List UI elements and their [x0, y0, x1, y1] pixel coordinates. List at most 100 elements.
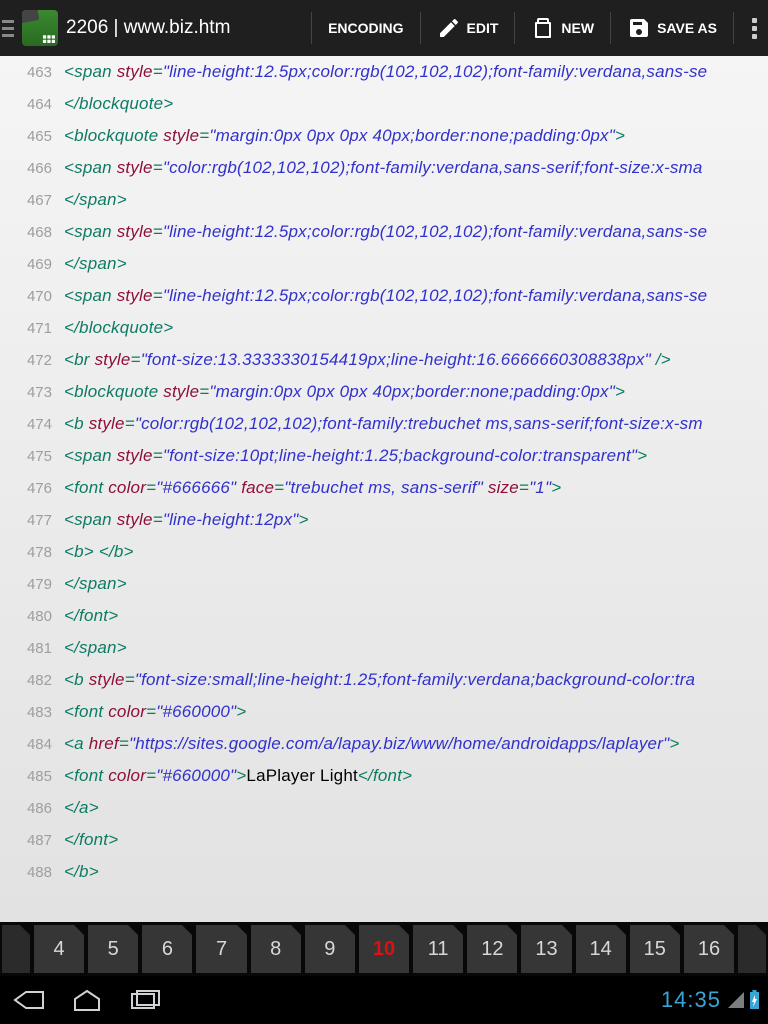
code-line[interactable]: 472<br style="font-size:13.3333330154419…: [0, 344, 768, 376]
code-line[interactable]: 474<b style="color:rgb(102,102,102);font…: [0, 408, 768, 440]
code-editor[interactable]: 463<span style="line-height:12.5px;color…: [0, 56, 768, 922]
saveas-label: SAVE AS: [657, 20, 717, 36]
line-number: 478: [0, 544, 64, 561]
tab-overflow-right[interactable]: [738, 925, 766, 973]
line-number: 475: [0, 448, 64, 465]
code-content: <span style="line-height:12px">: [64, 510, 309, 530]
line-number: 476: [0, 480, 64, 497]
code-content: <blockquote style="margin:0px 0px 0px 40…: [64, 382, 625, 402]
code-line[interactable]: 476<font color="#666666" face="trebuchet…: [0, 472, 768, 504]
code-line[interactable]: 485<font color="#660000">LaPlayer Light<…: [0, 760, 768, 792]
code-line[interactable]: 470<span style="line-height:12.5px;color…: [0, 280, 768, 312]
code-line[interactable]: 468<span style="line-height:12.5px;color…: [0, 216, 768, 248]
code-line[interactable]: 479</span>: [0, 568, 768, 600]
code-line[interactable]: 477<span style="line-height:12px">: [0, 504, 768, 536]
line-number: 470: [0, 288, 64, 305]
line-number: 479: [0, 576, 64, 593]
code-line[interactable]: 467</span>: [0, 184, 768, 216]
code-line[interactable]: 488</b>: [0, 856, 768, 888]
code-line[interactable]: 483<font color="#660000">: [0, 696, 768, 728]
home-icon[interactable]: [58, 976, 116, 1024]
menu-icon[interactable]: [0, 0, 18, 56]
code-line[interactable]: 475<span style="font-size:10pt;line-heig…: [0, 440, 768, 472]
clipboard-icon: [531, 16, 555, 40]
line-number: 474: [0, 416, 64, 433]
code-content: <span style="line-height:12.5px;color:rg…: [64, 222, 707, 242]
tab-10[interactable]: 10: [359, 925, 409, 973]
tab-overflow-left[interactable]: [2, 925, 30, 973]
app-icon[interactable]: [22, 10, 58, 46]
code-line[interactable]: 473<blockquote style="margin:0px 0px 0px…: [0, 376, 768, 408]
code-content: </a>: [64, 798, 99, 818]
line-number: 488: [0, 864, 64, 881]
code-content: <span style="line-height:12.5px;color:rg…: [64, 62, 707, 82]
code-line[interactable]: 487</font>: [0, 824, 768, 856]
signal-icon: [727, 991, 745, 1009]
line-number: 472: [0, 352, 64, 369]
tab-16[interactable]: 16: [684, 925, 734, 973]
battery-icon: [749, 990, 760, 1010]
save-icon: [627, 16, 651, 40]
code-line[interactable]: 469</span>: [0, 248, 768, 280]
tab-14[interactable]: 14: [576, 925, 626, 973]
tab-8[interactable]: 8: [251, 925, 301, 973]
line-number: 465: [0, 128, 64, 145]
code-line[interactable]: 480</font>: [0, 600, 768, 632]
code-content: <blockquote style="margin:0px 0px 0px 40…: [64, 126, 625, 146]
tab-11[interactable]: 11: [413, 925, 463, 973]
line-number: 466: [0, 160, 64, 177]
code-content: <span style="font-size:10pt;line-height:…: [64, 446, 647, 466]
tab-5[interactable]: 5: [88, 925, 138, 973]
edit-button[interactable]: EDIT: [427, 16, 509, 40]
code-line[interactable]: 465<blockquote style="margin:0px 0px 0px…: [0, 120, 768, 152]
code-content: </span>: [64, 638, 127, 658]
encoding-button[interactable]: ENCODING: [318, 20, 413, 36]
tab-6[interactable]: 6: [142, 925, 192, 973]
code-line[interactable]: 486</a>: [0, 792, 768, 824]
line-number: 484: [0, 736, 64, 753]
code-content: <br style="font-size:13.3333330154419px;…: [64, 350, 671, 370]
line-number: 469: [0, 256, 64, 273]
separator: [733, 12, 734, 44]
separator: [610, 12, 611, 44]
tab-4[interactable]: 4: [34, 925, 84, 973]
tab-13[interactable]: 13: [521, 925, 571, 973]
code-line[interactable]: 471</blockquote>: [0, 312, 768, 344]
code-content: </font>: [64, 830, 118, 850]
tab-12[interactable]: 12: [467, 925, 517, 973]
new-button[interactable]: NEW: [521, 16, 604, 40]
actions: ENCODING EDIT NEW SAVE AS: [305, 0, 768, 56]
pencil-icon: [437, 16, 461, 40]
code-content: </font>: [64, 606, 118, 626]
back-icon[interactable]: [0, 976, 58, 1024]
code-content: <font color="#660000">LaPlayer Light</fo…: [64, 766, 412, 786]
code-line[interactable]: 464</blockquote>: [0, 88, 768, 120]
code-content: <font color="#660000">: [64, 702, 246, 722]
tab-9[interactable]: 9: [305, 925, 355, 973]
tab-7[interactable]: 7: [196, 925, 246, 973]
new-label: NEW: [561, 20, 594, 36]
line-number: 487: [0, 832, 64, 849]
clock: 14:35: [655, 987, 727, 1013]
code-line[interactable]: 482<b style="font-size:small;line-height…: [0, 664, 768, 696]
code-line[interactable]: 463<span style="line-height:12.5px;color…: [0, 56, 768, 88]
code-line[interactable]: 478<b> </b>: [0, 536, 768, 568]
overflow-menu-icon[interactable]: [740, 18, 768, 39]
code-content: <font color="#666666" face="trebuchet ms…: [64, 478, 561, 498]
code-content: </b>: [64, 862, 99, 882]
code-line[interactable]: 481</span>: [0, 632, 768, 664]
tab-15[interactable]: 15: [630, 925, 680, 973]
code-content: </blockquote>: [64, 318, 173, 338]
saveas-button[interactable]: SAVE AS: [617, 16, 727, 40]
code-content: <a href="https://sites.google.com/a/lapa…: [64, 734, 679, 754]
line-number: 477: [0, 512, 64, 529]
code-content: <b> </b>: [64, 542, 134, 562]
title[interactable]: 2206 | www.biz.htm: [66, 17, 305, 39]
line-number: 463: [0, 64, 64, 81]
code-content: </span>: [64, 254, 127, 274]
line-number: 485: [0, 768, 64, 785]
code-line[interactable]: 466<span style="color:rgb(102,102,102);f…: [0, 152, 768, 184]
recent-icon[interactable]: [116, 976, 174, 1024]
code-content: <b style="color:rgb(102,102,102);font-fa…: [64, 414, 703, 434]
code-line[interactable]: 484<a href="https://sites.google.com/a/l…: [0, 728, 768, 760]
